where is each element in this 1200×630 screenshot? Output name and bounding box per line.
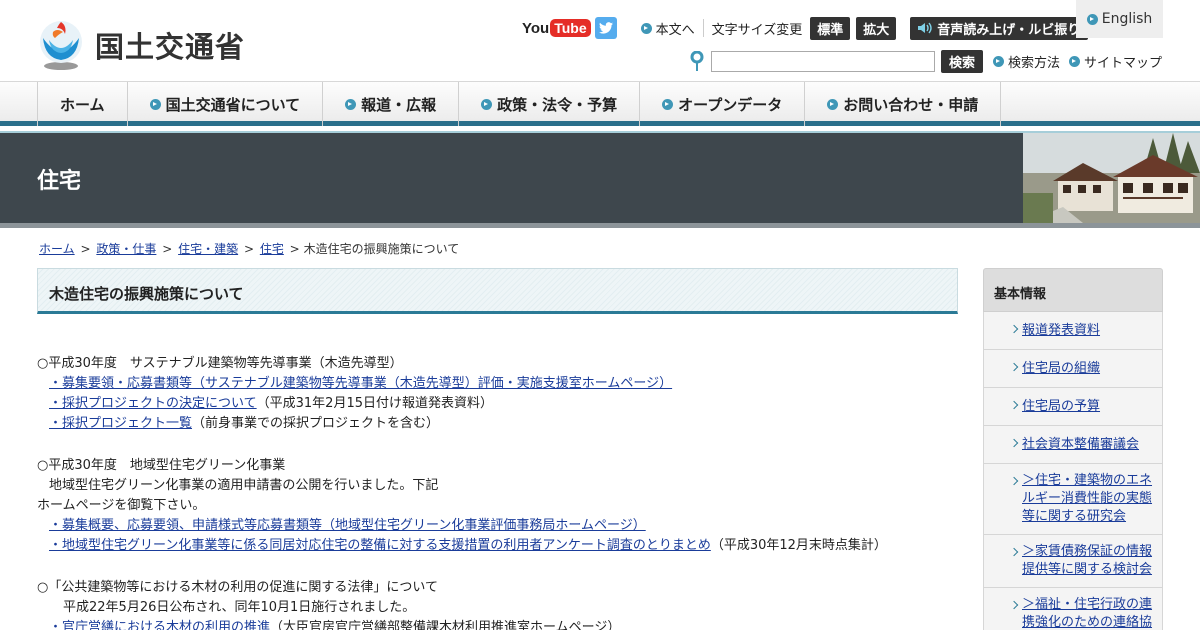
- sidebar-item-label[interactable]: ＞福祉・住宅行政の連携強化のための連絡協: [1022, 597, 1152, 630]
- utility-bar: You Tube 本文へ 文字サイズ変更 標準 拡大 音声読み上げ・ルビ振り: [522, 16, 1089, 40]
- content-link[interactable]: ・採択プロジェクト一覧: [49, 416, 192, 431]
- youtube-icon-text: You: [522, 19, 550, 37]
- voice-reading-label: 音声読み上げ・ルビ振り: [937, 22, 1081, 38]
- arrow-bullet-icon: [993, 55, 1005, 67]
- breadcrumb: ホーム > 政策・仕事 > 住宅・建築 > 住宅 > 木造住宅の振興施策について: [37, 240, 459, 257]
- page-title: 木造住宅の振興施策について: [49, 285, 244, 303]
- mlit-logo-icon: [37, 18, 85, 72]
- arrow-bullet-icon: [149, 98, 161, 110]
- divider: [702, 19, 704, 37]
- skip-to-content-label: 本文へ: [655, 22, 695, 38]
- global-nav: ホーム 国土交通省について 報道・広報 政策・法令・予算 オープンデータ お問い…: [0, 82, 1200, 126]
- sitemap-label: サイトマップ: [1084, 55, 1163, 71]
- content-link[interactable]: ・採択プロジェクトの決定について: [49, 396, 257, 411]
- sidebar: 基本情報 報道発表資料 住宅局の組織 住宅局の予算 社会資本整備審議会 ＞住宅・…: [983, 268, 1163, 630]
- banner-bottom-line: [0, 223, 1200, 228]
- sidebar-item-label[interactable]: 社会資本整備審議会: [1022, 437, 1139, 452]
- nav-item-home[interactable]: ホーム: [37, 82, 128, 126]
- breadcrumb-housing-building[interactable]: 住宅・建築: [178, 242, 238, 256]
- site-logo[interactable]: 国土交通省: [37, 18, 245, 72]
- breadcrumb-policy[interactable]: 政策・仕事: [96, 242, 156, 256]
- youtube-icon: Tube: [550, 19, 591, 37]
- nav-item-label: オープンデータ: [678, 95, 783, 114]
- link-note: （平成31年2月15日付け報道発表資料）: [256, 396, 493, 411]
- section-banner: 住宅: [0, 133, 1200, 228]
- link-note: （平成30年12月末時点集計）: [710, 538, 887, 553]
- search-bar: 検索 検索方法 サイトマップ: [690, 49, 1162, 73]
- font-large-button[interactable]: 拡大: [856, 16, 897, 40]
- search-method-link[interactable]: 検索方法: [993, 52, 1060, 71]
- speaker-icon: [918, 22, 932, 34]
- content-link[interactable]: ・地域型住宅グリーン化事業等に係る同居対応住宅の整備に対する支援措置の利用者アン…: [49, 538, 711, 553]
- site-header: 国土交通省 You Tube 本文へ 文字サイズ変更 標準 拡大 音声読み上げ・…: [0, 0, 1200, 82]
- nav-item-press[interactable]: 報道・広報: [323, 82, 460, 126]
- arrow-bullet-icon: [640, 22, 652, 34]
- search-method-label: 検索方法: [1008, 55, 1061, 71]
- youtube-link[interactable]: You Tube: [522, 19, 591, 37]
- sidebar-item-council[interactable]: 社会資本整備審議会: [983, 426, 1163, 464]
- body-text: 地域型住宅グリーン化事業の適用申請書の公開を行いました。下記: [49, 478, 439, 493]
- arrow-bullet-icon: [1069, 55, 1081, 67]
- skip-to-content-link[interactable]: 本文へ: [640, 19, 695, 38]
- search-button[interactable]: 検索: [941, 49, 984, 73]
- font-size-label: 文字サイズ変更: [711, 22, 803, 38]
- link-note: （前身事業での採択プロジェクトを含む）: [192, 416, 440, 431]
- breadcrumb-home[interactable]: ホーム: [39, 242, 75, 256]
- nav-item-label: ホーム: [60, 95, 105, 114]
- content-link[interactable]: ・官庁営繕における木材の利用の推進: [49, 620, 270, 630]
- nav-item-label: 報道・広報: [361, 95, 437, 114]
- page-title-box: 木造住宅の振興施策について: [37, 268, 958, 314]
- nav-item-label: 政策・法令・予算: [497, 95, 618, 114]
- nav-item-label: お問い合わせ・申請: [843, 95, 979, 114]
- content-link[interactable]: ・募集要領・応募書類等（サステナブル建築物等先導事業（木造先導型）評価・実施支援…: [49, 376, 672, 391]
- breadcrumb-separator: >: [243, 242, 254, 256]
- nav-item-contact[interactable]: お問い合わせ・申請: [805, 82, 1002, 126]
- nav-item-opendata[interactable]: オープンデータ: [640, 82, 806, 126]
- sidebar-item-label[interactable]: 報道発表資料: [1022, 323, 1100, 338]
- nav-item-label: 国土交通省について: [165, 95, 301, 114]
- sidebar-heading: 基本情報: [983, 268, 1163, 312]
- english-label: English: [1101, 11, 1153, 27]
- arrow-bullet-icon: [1086, 13, 1098, 25]
- sidebar-item-press-releases[interactable]: 報道発表資料: [983, 312, 1163, 350]
- sidebar-item-label[interactable]: 住宅局の組織: [1022, 361, 1100, 376]
- sidebar-item-organization[interactable]: 住宅局の組織: [983, 350, 1163, 388]
- section-heading: ○平成30年度 地域型住宅グリーン化事業: [37, 458, 286, 473]
- sitemap-link[interactable]: サイトマップ: [1069, 52, 1162, 71]
- arrow-bullet-icon: [827, 98, 839, 110]
- search-input[interactable]: [711, 50, 935, 72]
- breadcrumb-housing[interactable]: 住宅: [260, 242, 284, 256]
- breadcrumb-separator: >: [289, 242, 300, 256]
- breadcrumb-separator: >: [80, 242, 91, 256]
- logo-text: 国土交通省: [95, 30, 246, 64]
- content-link[interactable]: ・募集概要、応募要領、申請様式等応募書類等（地域型住宅グリーン化事業評価事務局ホ…: [49, 518, 646, 533]
- body-text: 平成22年5月26日公布され、同年10月1日施行されました。: [63, 600, 416, 615]
- link-note: （大臣官房官庁営繕部整備課木材利用推進室ホームページ）: [270, 620, 621, 630]
- sidebar-item-welfare[interactable]: ＞福祉・住宅行政の連携強化のための連絡協: [983, 588, 1163, 630]
- housing-photo: [1023, 133, 1200, 223]
- sidebar-item-label[interactable]: ＞住宅・建築物のエネルギー消費性能の実態等に関する研究会: [1022, 473, 1152, 524]
- arrow-bullet-icon: [345, 98, 357, 110]
- breadcrumb-current: 木造住宅の振興施策について: [303, 242, 460, 256]
- arrow-bullet-icon: [481, 98, 493, 110]
- body-text: ホームページを御覧下さい。: [37, 498, 206, 513]
- sidebar-item-budget[interactable]: 住宅局の予算: [983, 388, 1163, 426]
- voice-reading-button[interactable]: 音声読み上げ・ルビ振り: [910, 16, 1089, 40]
- location-pin-icon: [690, 50, 704, 71]
- sidebar-item-label[interactable]: 住宅局の予算: [1022, 399, 1100, 414]
- section-title: 住宅: [37, 169, 82, 194]
- breadcrumb-separator: >: [162, 242, 173, 256]
- english-link[interactable]: English: [1076, 0, 1163, 38]
- sidebar-item-label[interactable]: ＞家賃債務保証の情報提供等に関する検討会: [1022, 544, 1152, 577]
- main-content: ○平成30年度 サステナブル建築物等先導事業（木造先導型） ・募集要領・応募書類…: [37, 354, 958, 630]
- font-standard-button[interactable]: 標準: [810, 16, 851, 40]
- section-heading: ○「公共建築物等における木材の利用の促進に関する法律」について: [37, 580, 438, 595]
- arrow-bullet-icon: [662, 98, 674, 110]
- nav-item-about[interactable]: 国土交通省について: [128, 82, 324, 126]
- nav-item-policy[interactable]: 政策・法令・予算: [459, 82, 641, 126]
- section-heading: ○平成30年度 サステナブル建築物等先導事業（木造先導型）: [37, 356, 403, 371]
- sidebar-item-rent-guarantee[interactable]: ＞家賃債務保証の情報提供等に関する検討会: [983, 535, 1163, 588]
- sidebar-item-energy-study[interactable]: ＞住宅・建築物のエネルギー消費性能の実態等に関する研究会: [983, 464, 1163, 535]
- twitter-icon[interactable]: [594, 17, 617, 39]
